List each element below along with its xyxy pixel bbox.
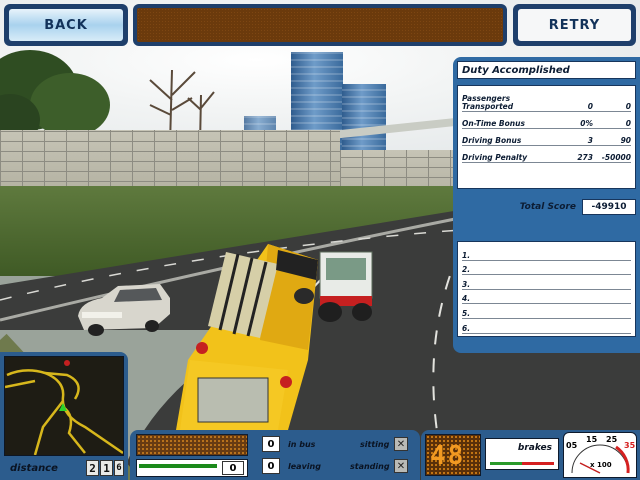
- passenger-bar-fill: [139, 464, 217, 468]
- leaving-label: leaving: [288, 462, 321, 471]
- stat-value: 0: [625, 119, 631, 128]
- stat-row-driving-penalty: Driving Penalty 273 -50000: [462, 146, 631, 163]
- standing-label: standing: [350, 462, 390, 471]
- speedometer-gauge: 05 15 25 35 x 100: [563, 432, 637, 478]
- leaderboard-row: 5.: [462, 304, 631, 319]
- gauge-multiplier: x 100: [590, 461, 612, 469]
- stat-row-driving-bonus: Driving Bonus 3 90: [462, 129, 631, 146]
- stat-value: 0: [587, 102, 593, 111]
- stat-value: 3: [587, 136, 593, 145]
- stat-value: 0%: [580, 119, 593, 128]
- stat-value: 0: [625, 102, 631, 111]
- retry-button-label: RETRY: [518, 9, 631, 41]
- sitting-label: sitting: [360, 440, 390, 449]
- passenger-panel: 0 0 in bus 0 leaving sitting ✕ standing …: [130, 430, 420, 480]
- stat-value: 90: [620, 136, 631, 145]
- stat-label: Driving Penalty: [462, 153, 528, 162]
- leaderboard-row: 6.: [462, 319, 631, 334]
- total-score: Total Score -49910: [457, 199, 636, 215]
- stat-value: 273: [577, 153, 593, 162]
- skyscraper: [342, 84, 386, 154]
- minimap-panel: distance 2 1 6: [0, 352, 128, 480]
- brakes-label: brakes: [517, 443, 552, 453]
- sitting-close-icon[interactable]: ✕: [394, 437, 408, 451]
- distance-readout: distance 2 1 6: [4, 458, 124, 478]
- distance-label: distance: [10, 462, 58, 474]
- stat-label: Passengers Transported: [462, 94, 514, 111]
- gauge-dial: [571, 444, 630, 474]
- standing-close-icon[interactable]: ✕: [394, 459, 408, 473]
- leaderboard: 1. 2. 3. 4. 5. 6.: [457, 241, 636, 337]
- back-button[interactable]: BACK: [4, 4, 128, 46]
- stat-row-on-time-bonus: On-Time Bonus 0% 0: [462, 112, 631, 129]
- speed-panel: 48 brakes 05 15 25 35 x 100: [421, 430, 640, 480]
- in-bus-label: in bus: [288, 440, 316, 449]
- speed-display: 48: [425, 434, 481, 476]
- distance-digit: 2: [86, 460, 99, 476]
- leaving-count: 0: [262, 458, 280, 474]
- gauge-tick: 25: [606, 435, 618, 444]
- results-panel: Duty Accomplished Passengers Transported…: [453, 57, 640, 353]
- stats-table: Passengers Transported 0 0 On-Time Bonus…: [457, 85, 636, 189]
- gauge-tick: 05: [566, 441, 578, 450]
- leaderboard-row: 4.: [462, 290, 631, 305]
- leaderboard-row: 2.: [462, 261, 631, 276]
- stat-label: On-Time Bonus: [462, 119, 525, 128]
- in-bus-count: 0: [262, 436, 280, 452]
- leaderboard-row: 3.: [462, 275, 631, 290]
- stat-label: Driving Bonus: [462, 136, 522, 145]
- gauge-tick: 15: [586, 435, 598, 444]
- truck: [294, 251, 373, 322]
- gauge-tick: 35: [624, 441, 636, 450]
- stat-row-passengers: Passengers Transported 0 0: [462, 90, 631, 112]
- led-message-panel: [137, 8, 503, 42]
- brakes-bar: [490, 462, 554, 465]
- distance-digit: 1: [100, 460, 113, 476]
- passenger-bar-count: 0: [222, 461, 244, 475]
- passenger-led-display: [136, 434, 248, 456]
- results-title: Duty Accomplished: [457, 61, 636, 79]
- stat-value: -50000: [601, 153, 631, 162]
- speed-value: 48: [430, 441, 466, 471]
- total-score-label: Total Score: [519, 202, 576, 212]
- brakes-indicator: brakes: [485, 438, 559, 470]
- retry-button[interactable]: RETRY: [513, 4, 636, 46]
- white-car: [78, 284, 170, 336]
- leaderboard-row: 1.: [462, 246, 631, 261]
- passenger-bar: 0: [136, 459, 248, 477]
- distance-digit: 6: [114, 460, 124, 476]
- back-button-label: BACK: [9, 9, 123, 41]
- total-score-value: -49910: [582, 199, 636, 215]
- minimap[interactable]: [4, 356, 124, 456]
- stone-wall: [0, 130, 340, 192]
- message-display: [133, 4, 507, 46]
- minimap-routes: [4, 360, 124, 456]
